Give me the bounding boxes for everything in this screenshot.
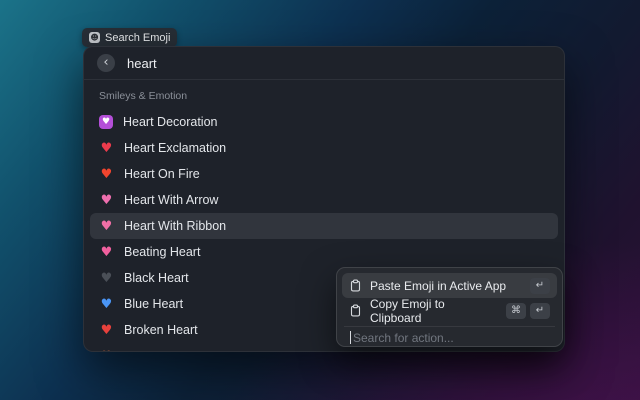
emoji-app-icon: ☻ <box>89 32 100 43</box>
action-label: Paste Emoji in Active App <box>370 279 506 293</box>
back-button[interactable]: ‹ <box>97 54 115 72</box>
emoji-list-item[interactable]: ♥ Beating Heart <box>90 239 558 265</box>
emoji-name: Heart On Fire <box>124 167 200 181</box>
emoji-list-item[interactable]: ♥ Heart Exclamation <box>90 135 558 161</box>
return-key: ↵ <box>530 278 550 294</box>
search-bar: ‹ heart <box>84 47 564 80</box>
actions-popup: Paste Emoji in Active App ↵ Copy Emoji t… <box>336 267 563 347</box>
action-item[interactable]: Paste Emoji in Active App ↵ <box>342 273 557 298</box>
command-key: ⌘ <box>506 303 526 319</box>
emoji-name: Heart Exclamation <box>124 141 226 155</box>
search-input[interactable]: heart <box>127 56 157 71</box>
action-shortcut: ↵ <box>530 278 550 294</box>
emoji-list-item[interactable]: ♥ Heart Decoration <box>90 109 558 135</box>
emoji-list-item[interactable]: ♥ Heart With Ribbon <box>90 213 558 239</box>
chevron-left-icon: ‹ <box>103 56 108 69</box>
heart-emoji-icon: ♥ <box>99 350 114 352</box>
action-shortcut: ⌘↵ <box>506 303 550 319</box>
action-search-input[interactable]: Search for action... <box>342 330 557 346</box>
emoji-name: Brown Heart <box>124 349 193 351</box>
emoji-name: Beating Heart <box>124 245 200 259</box>
heart-emoji-icon: ♥ <box>99 298 114 311</box>
emoji-name: Heart With Ribbon <box>124 219 226 233</box>
action-search-placeholder: Search for action... <box>353 331 454 345</box>
heart-emoji-icon: ♥ <box>99 324 114 337</box>
clipboard-icon <box>349 279 362 292</box>
heart-emoji-icon: ♥ <box>99 142 114 155</box>
popup-divider <box>344 326 555 327</box>
clipboard-icon <box>349 304 362 317</box>
action-label: Copy Emoji to Clipboard <box>370 297 498 325</box>
emoji-name: Heart With Arrow <box>124 193 218 207</box>
emoji-list-item[interactable]: ♥ Heart On Fire <box>90 161 558 187</box>
emoji-name: Heart Decoration <box>123 115 218 129</box>
heart-emoji-icon: ♥ <box>99 168 114 181</box>
emoji-name: Broken Heart <box>124 323 198 337</box>
heart-emoji-icon: ♥ <box>99 115 113 129</box>
search-emoji-pill-label: Search Emoji <box>105 32 170 44</box>
desktop: { "launcher_pill": { "label": "Search Em… <box>0 0 640 400</box>
heart-emoji-icon: ♥ <box>99 220 114 233</box>
action-item[interactable]: Copy Emoji to Clipboard ⌘↵ <box>342 298 557 323</box>
heart-emoji-icon: ♥ <box>99 194 114 207</box>
search-emoji-pill[interactable]: ☻ Search Emoji <box>82 28 177 47</box>
text-caret <box>350 331 351 344</box>
emoji-name: Black Heart <box>124 271 189 285</box>
emoji-name: Blue Heart <box>124 297 183 311</box>
return-key: ↵ <box>530 303 550 319</box>
emoji-list-item[interactable]: ♥ Heart With Arrow <box>90 187 558 213</box>
heart-emoji-icon: ♥ <box>99 246 114 259</box>
actions-list: Paste Emoji in Active App ↵ Copy Emoji t… <box>342 273 557 323</box>
section-header: Smileys & Emotion <box>90 80 558 109</box>
heart-emoji-icon: ♥ <box>99 272 114 285</box>
